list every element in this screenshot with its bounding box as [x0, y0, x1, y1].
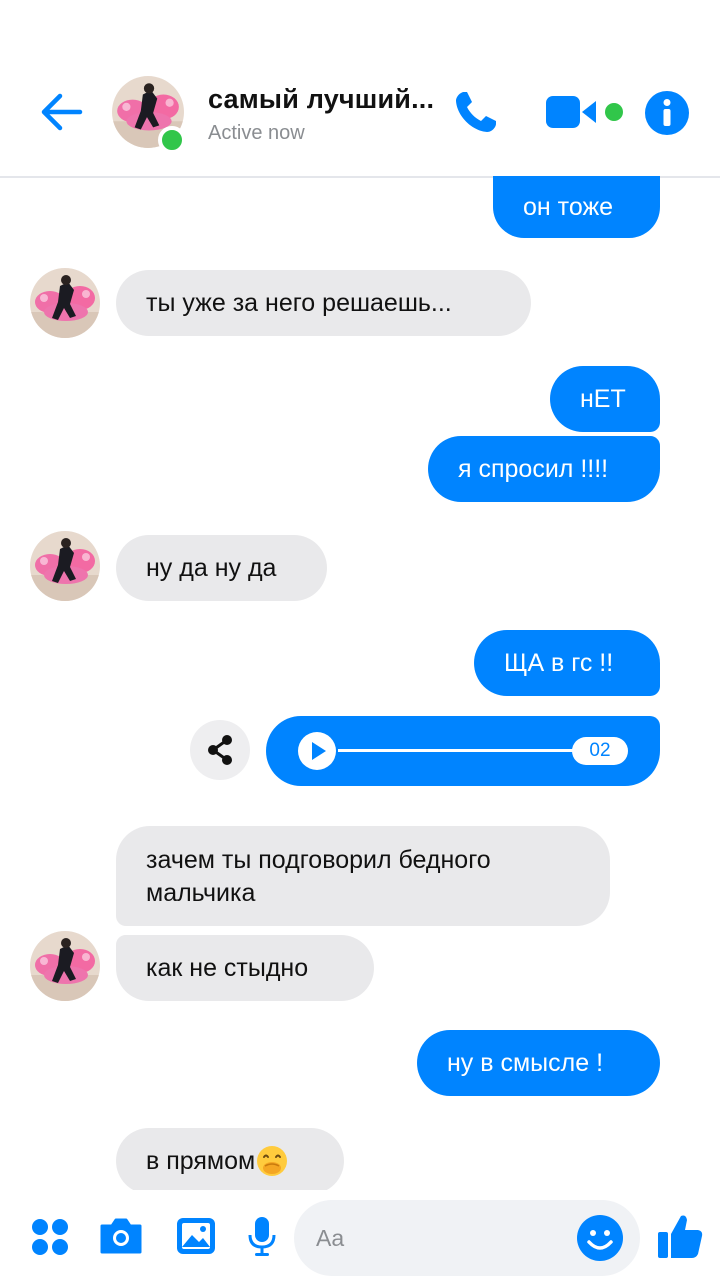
outgoing-message[interactable]: нЕТ — [550, 366, 660, 432]
incoming-message[interactable]: зачем ты подговорил бедного мальчика — [116, 826, 610, 926]
message-text-line: мальчика — [146, 879, 256, 907]
incoming-message[interactable]: как не стыдно — [116, 935, 374, 1001]
emoji-icon[interactable] — [576, 1214, 624, 1262]
message-text: ты уже за него решаешь... — [146, 288, 452, 317]
sender-avatar[interactable] — [30, 531, 100, 601]
outgoing-message[interactable]: я спросил !!!! — [428, 436, 660, 502]
outgoing-message[interactable]: ЩА в гс !! — [474, 630, 660, 696]
gallery-icon[interactable] — [175, 1216, 217, 1256]
thumbs-up-icon[interactable] — [656, 1212, 704, 1260]
message-text: нЕТ — [580, 384, 626, 413]
apps-grid-icon[interactable] — [30, 1217, 70, 1257]
info-icon[interactable] — [644, 90, 690, 136]
active-status: Active now — [208, 122, 305, 144]
message-text: ну в смысле ! — [447, 1048, 604, 1077]
voice-progress-track[interactable] — [338, 749, 582, 752]
face-with-hand-over-mouth-emoji — [257, 1146, 288, 1176]
message-text: он тоже — [523, 192, 614, 221]
message-input[interactable] — [316, 1218, 566, 1258]
message-text: ну да ну да — [146, 553, 277, 582]
sender-avatar[interactable] — [30, 268, 100, 338]
share-button[interactable] — [190, 720, 250, 780]
play-icon — [312, 742, 326, 760]
camera-icon[interactable] — [98, 1216, 144, 1256]
microphone-icon[interactable] — [247, 1215, 277, 1257]
message-text: ЩА в гс !! — [504, 648, 614, 677]
message-text: в прямом — [146, 1146, 256, 1175]
contact-name[interactable]: самый лучший... — [208, 84, 434, 115]
message-text-line: зачем ты подговорил бедного — [146, 846, 491, 874]
conversation-header: самый лучший... Active now — [0, 0, 720, 178]
video-call-icon[interactable] — [544, 92, 600, 132]
phone-call-icon[interactable] — [450, 86, 502, 138]
message-text: как не стыдно — [146, 953, 309, 982]
incoming-message[interactable]: ты уже за него решаешь... — [116, 270, 531, 336]
message-input-container[interactable] — [294, 1200, 640, 1276]
outgoing-message[interactable]: ну в смысле ! — [417, 1030, 660, 1096]
outgoing-message[interactable]: он тоже — [493, 176, 660, 238]
share-icon — [208, 735, 232, 765]
online-status-dot — [158, 126, 186, 154]
message-text: я спросил !!!! — [458, 454, 609, 483]
play-button[interactable] — [298, 732, 336, 770]
video-available-dot — [605, 103, 623, 121]
incoming-message[interactable]: в прямом — [116, 1128, 344, 1194]
sender-avatar[interactable] — [30, 931, 100, 1001]
voice-duration: 02 — [572, 737, 628, 765]
incoming-message[interactable]: ну да ну да — [116, 535, 327, 601]
back-arrow-icon[interactable] — [36, 86, 88, 138]
voice-message[interactable]: 02 — [266, 716, 660, 786]
